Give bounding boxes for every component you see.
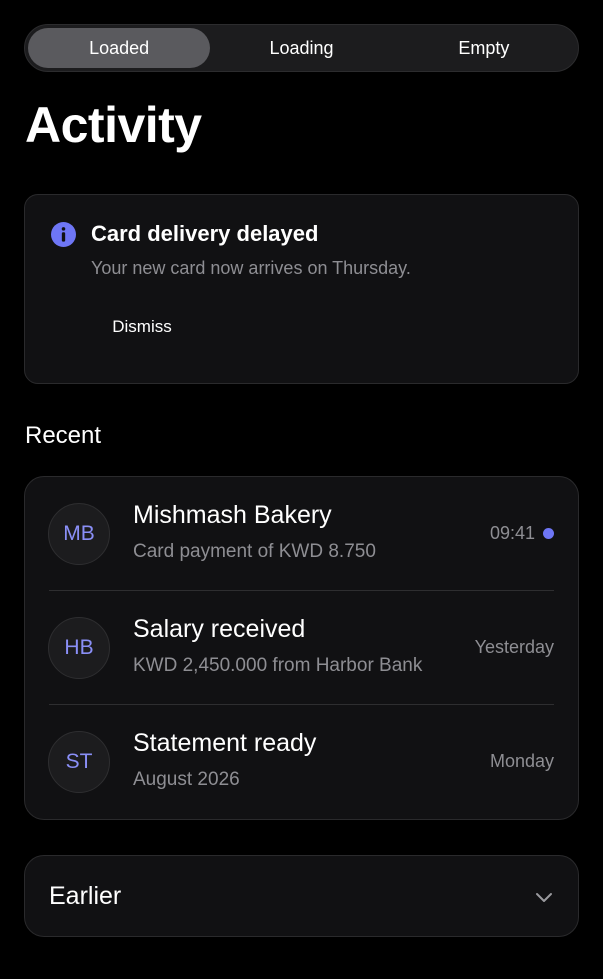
chevron-down-icon	[536, 893, 552, 902]
item-title: Salary received	[133, 615, 306, 643]
earlier-label: Earlier	[49, 882, 122, 910]
list-item[interactable]: MB Mishmash Bakery Card payment of KWD 8…	[25, 477, 578, 591]
item-title: Statement ready	[133, 729, 317, 757]
avatar: MB	[48, 503, 110, 565]
segment-loaded[interactable]: Loaded	[28, 28, 211, 68]
item-title: Mishmash Bakery	[133, 501, 332, 529]
recent-section-title: Recent	[25, 422, 102, 449]
alert-title: Card delivery delayed	[91, 221, 319, 246]
item-time: Monday	[489, 751, 554, 771]
segment-empty[interactable]: Empty	[393, 28, 575, 68]
item-time: 09:41	[489, 523, 535, 543]
list-item[interactable]: ST Statement ready August 2026 Monday	[25, 705, 578, 819]
avatar: HB	[48, 617, 110, 679]
view-state-segmented-control: Loaded Loading Empty	[24, 24, 579, 72]
list-item[interactable]: HB Salary received KWD 2,450.000 from Ha…	[25, 591, 578, 705]
page-title: Activity	[25, 97, 202, 153]
recent-activity-list: MB Mishmash Bakery Card payment of KWD 8…	[24, 476, 579, 820]
segment-loading[interactable]: Loading	[210, 28, 392, 68]
unread-indicator	[543, 528, 554, 539]
item-subtitle: KWD 2,450.000 from Harbor Bank	[133, 655, 423, 676]
avatar: ST	[48, 731, 110, 793]
card-delivery-alert: Card delivery delayed Your new card now …	[24, 194, 579, 384]
info-icon	[51, 222, 76, 247]
item-subtitle: Card payment of KWD 8.750	[133, 541, 376, 562]
alert-body: Your new card now arrives on Thursday.	[91, 258, 411, 278]
dismiss-button[interactable]: Dismiss	[95, 307, 189, 347]
earlier-section-toggle[interactable]: Earlier	[24, 855, 579, 937]
item-subtitle: August 2026	[133, 769, 240, 790]
item-time: Yesterday	[474, 637, 554, 657]
